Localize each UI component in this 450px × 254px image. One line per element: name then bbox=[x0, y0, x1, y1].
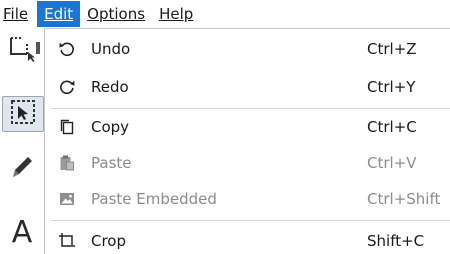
text-tool-icon: A bbox=[11, 215, 33, 250]
menu-help[interactable]: Help bbox=[152, 1, 200, 27]
menu-item-paste-embedded-label: Paste Embedded bbox=[91, 190, 217, 208]
menu-item-copy-shortcut: Ctrl+C bbox=[367, 118, 417, 136]
clipped-label-fragment bbox=[36, 42, 40, 54]
select-tool-icon bbox=[9, 98, 37, 130]
crop-icon bbox=[57, 231, 77, 251]
menu-item-crop-shortcut: Shift+C bbox=[367, 232, 425, 250]
menu-item-paste[interactable]: Paste Ctrl+V bbox=[45, 145, 450, 181]
image-icon bbox=[57, 189, 77, 209]
menu-help-label: Help bbox=[159, 5, 194, 23]
menu-item-undo-shortcut: Ctrl+Z bbox=[367, 40, 417, 58]
menu-item-undo-label: Undo bbox=[91, 40, 131, 58]
paste-icon bbox=[57, 153, 77, 173]
text-tool-button[interactable]: A bbox=[2, 214, 42, 252]
edit-menu-dropdown: Undo Ctrl+Z Redo Ctrl+Y Copy Ctrl+C Past… bbox=[44, 28, 450, 254]
menu-item-paste-embedded[interactable]: Paste Embedded Ctrl+Shift bbox=[45, 181, 450, 217]
copy-icon bbox=[57, 117, 77, 137]
tool-strip: A bbox=[0, 28, 45, 254]
pen-tool-button[interactable] bbox=[2, 150, 42, 186]
menu-item-paste-label: Paste bbox=[91, 154, 132, 172]
menu-file-label: File bbox=[3, 5, 29, 23]
menu-bar: File Edit Options Help bbox=[0, 0, 450, 28]
menu-edit-label: Edit bbox=[44, 5, 74, 23]
menu-item-crop-label: Crop bbox=[91, 232, 127, 250]
menu-item-redo-label: Redo bbox=[91, 78, 129, 96]
select-tool-button[interactable] bbox=[2, 96, 44, 132]
menu-item-undo[interactable]: Undo Ctrl+Z bbox=[45, 31, 450, 67]
menu-item-redo-shortcut: Ctrl+Y bbox=[367, 78, 416, 96]
menu-item-paste-shortcut: Ctrl+V bbox=[367, 154, 417, 172]
menu-options[interactable]: Options bbox=[80, 1, 152, 27]
pen-tool-icon bbox=[7, 151, 37, 185]
app-window: File Edit Options Help A Undo Ctrl+Z Red… bbox=[0, 0, 450, 254]
menu-separator bbox=[51, 220, 450, 221]
menu-item-crop[interactable]: Crop Shift+C bbox=[45, 223, 450, 254]
undo-icon bbox=[57, 39, 77, 59]
menu-options-label: Options bbox=[87, 5, 146, 23]
menu-file[interactable]: File bbox=[0, 1, 37, 27]
crop-tool-icon bbox=[7, 32, 37, 66]
redo-icon bbox=[57, 77, 77, 97]
menu-item-copy[interactable]: Copy Ctrl+C bbox=[45, 109, 450, 145]
menu-edit[interactable]: Edit bbox=[37, 1, 81, 27]
menu-item-redo[interactable]: Redo Ctrl+Y bbox=[45, 69, 450, 105]
menu-item-paste-embedded-shortcut: Ctrl+Shift bbox=[367, 190, 441, 208]
menu-item-copy-label: Copy bbox=[91, 118, 130, 136]
